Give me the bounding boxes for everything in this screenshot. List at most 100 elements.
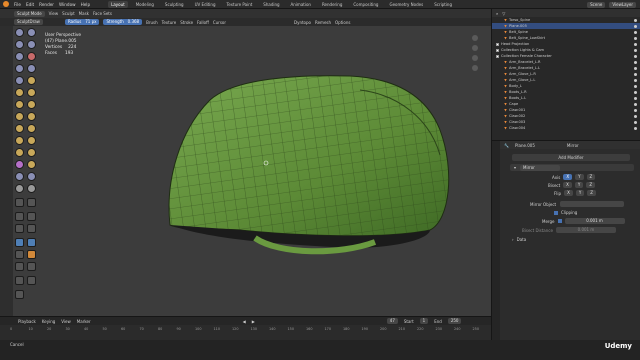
strength-field[interactable]: Strength 0.368 [103,19,143,25]
annotate-tool-icon[interactable] [15,290,24,299]
visibility-eye-icon[interactable] [634,48,637,52]
play-reverse-icon[interactable]: ◀ [243,319,246,324]
blender-logo-icon[interactable] [3,1,9,7]
outliner-tree[interactable]: Torso_Spine Plane.005 Belt_Spine Belt_Spine… [492,17,640,131]
menu-file[interactable]: File [14,2,21,7]
workspace-tab-texture-paint[interactable]: Texture Paint [223,1,255,8]
line-project-icon[interactable] [15,224,24,233]
visibility-eye-icon[interactable] [634,84,637,88]
blob-brush-icon[interactable] [27,64,36,73]
texture-menu[interactable]: Texture [162,20,177,25]
flip-y-toggle[interactable]: Y [575,190,585,196]
clay-brush-icon[interactable] [15,40,24,49]
visibility-eye-icon[interactable] [634,66,637,70]
crease-brush-icon[interactable] [15,76,24,85]
merge-checkbox[interactable] [557,219,562,223]
visibility-eye-icon[interactable] [634,108,637,112]
smooth-brush-icon[interactable] [27,76,36,85]
options-menu[interactable]: Options [335,20,350,25]
cloth-brush-icon[interactable] [15,172,24,181]
outliner-filter-icon[interactable]: ▽ [502,11,505,16]
mirror-modifier-header[interactable]: ▾ Mirror [510,164,634,171]
color-filter-icon[interactable] [27,238,36,247]
current-frame-field[interactable]: 47 [386,318,398,324]
layer-brush-icon[interactable] [27,52,36,61]
visibility-eye-icon[interactable] [634,126,637,130]
draw-brush-icon[interactable] [15,28,24,37]
menu-face-sets[interactable]: Face Sets [93,11,112,16]
menu-edit[interactable]: Edit [26,2,34,7]
visibility-eye-icon[interactable] [634,24,637,28]
menu-window[interactable]: Window [59,2,76,7]
timeline-view-menu[interactable]: View [61,319,71,324]
visibility-eye-icon[interactable] [634,90,637,94]
timeline-playback-menu[interactable]: Playback [18,319,36,324]
bisect-x-toggle[interactable]: X [563,182,572,188]
workspace-tab-layout[interactable]: Layout [108,0,128,8]
cloth-filter-icon[interactable] [15,238,24,247]
timeline-ruler[interactable]: 0 10 20 30 40 50 60 70 80 90 100 110 120 130 140 150 160… [0,325,491,333]
visibility-eye-icon[interactable] [634,18,637,22]
add-modifier-button[interactable]: Add Modifier [512,154,630,161]
move-tool-icon[interactable] [15,262,24,271]
grab-brush-icon[interactable] [27,112,36,121]
end-frame-field[interactable]: 250 [447,318,462,324]
clay-thumb-brush-icon[interactable] [15,52,24,61]
stroke-menu[interactable]: Stroke [180,20,193,25]
timeline-editor[interactable]: Playback Keying View Marker ◀ ▶ 47 Start… [0,316,491,340]
box-trim-icon[interactable] [27,212,36,221]
radius-field[interactable]: Radius 71 px [64,19,100,25]
bisect-y-toggle[interactable]: Y [574,182,584,188]
visibility-eye-icon[interactable] [634,120,637,124]
transform-tool-icon[interactable] [27,276,36,285]
data-section-header[interactable]: › Data [492,237,640,242]
flip-z-toggle[interactable]: Z [587,190,597,196]
axis-z-toggle[interactable]: Z [586,174,596,180]
pinch-brush-icon[interactable] [15,112,24,121]
nudge-brush-icon[interactable] [15,148,24,157]
menu-help[interactable]: Help [81,2,91,7]
box-hide-icon[interactable] [27,198,36,207]
workspace-tab-compositing[interactable]: Compositing [350,1,381,8]
axis-y-toggle[interactable]: Y [575,174,584,180]
draw-sharp-brush-icon[interactable] [27,28,36,37]
visibility-eye-icon[interactable] [634,42,637,46]
pose-brush-icon[interactable] [27,136,36,145]
workspace-tab-animation[interactable]: Animation [288,1,314,8]
slide-relax-brush-icon[interactable] [15,160,24,169]
simplify-brush-icon[interactable] [27,172,36,181]
menu-sculpt[interactable]: Sculpt [62,11,75,16]
scene-selector[interactable]: Scene [587,1,606,8]
menu-mask[interactable]: Mask [79,11,89,16]
timeline-marker-menu[interactable]: Marker [77,319,91,324]
cursor-menu[interactable]: Cursor [213,20,226,25]
scale-tool-icon[interactable] [15,276,24,285]
dyntopo-menu[interactable]: Dyntopo [294,20,311,25]
bisect-z-toggle[interactable]: Z [586,182,596,188]
flatten-brush-icon[interactable] [15,88,24,97]
draw-face-sets-icon[interactable] [27,184,36,193]
brush-menu[interactable]: Brush [146,20,158,25]
visibility-eye-icon[interactable] [634,78,637,82]
mask-brush-icon[interactable] [15,184,24,193]
play-icon[interactable]: ▶ [252,319,255,324]
boundary-brush-icon[interactable] [27,160,36,169]
fill-brush-icon[interactable] [27,88,36,97]
workspace-tab-scripting[interactable]: Scripting [431,1,455,8]
visibility-eye-icon[interactable] [634,102,637,106]
menu-render[interactable]: Render [39,2,54,7]
workspace-tab-uv-editing[interactable]: UV Editing [192,1,219,8]
multiplane-scrape-brush-icon[interactable] [27,100,36,109]
timeline-keying-menu[interactable]: Keying [42,319,55,324]
falloff-menu[interactable]: Falloff [197,20,209,25]
scrape-brush-icon[interactable] [15,100,24,109]
box-face-set-icon[interactable] [15,212,24,221]
viewlayer-selector[interactable]: ViewLayer [609,1,636,8]
merge-value-field[interactable]: 0.001 m [564,218,625,224]
menu-view[interactable]: View [49,11,59,16]
mesh-filter-icon[interactable] [27,224,36,233]
workspace-tab-rendering[interactable]: Rendering [319,1,345,8]
outliner-row[interactable]: Claw.004 [492,125,640,131]
flip-x-toggle[interactable]: X [564,190,573,196]
thumb-brush-icon[interactable] [15,136,24,145]
